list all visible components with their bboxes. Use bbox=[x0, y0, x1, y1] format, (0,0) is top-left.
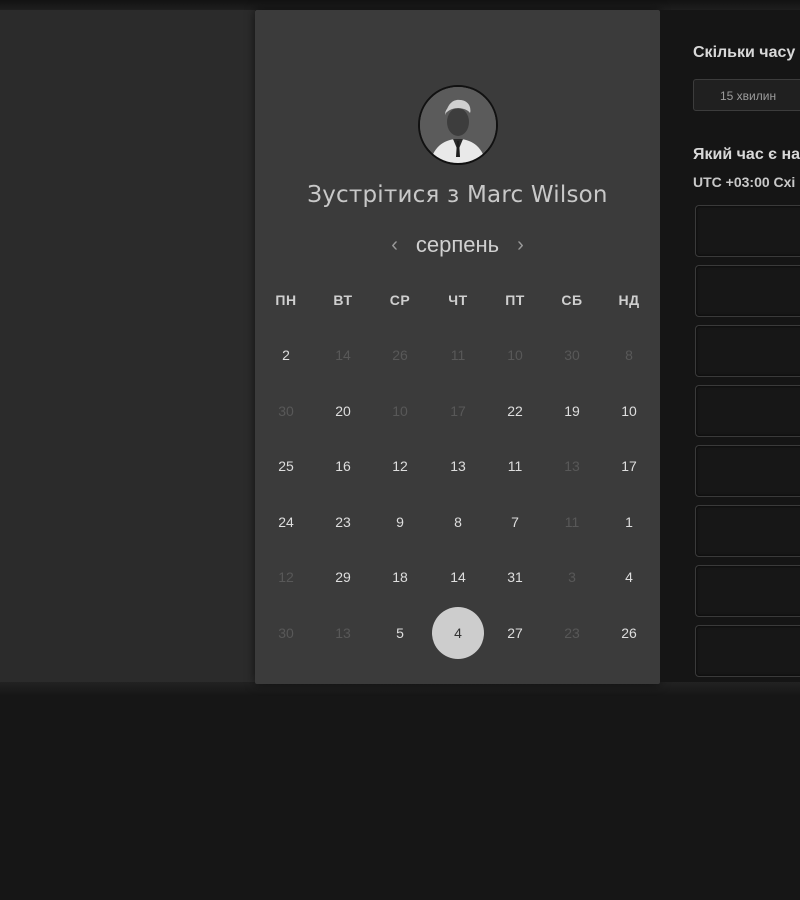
calendar-day[interactable]: 5 bbox=[374, 607, 426, 659]
calendar-day: 13 bbox=[335, 624, 351, 641]
host-avatar bbox=[418, 85, 498, 165]
time-slot[interactable] bbox=[695, 265, 800, 317]
avatar-image bbox=[420, 87, 496, 163]
chevron-left-icon[interactable]: ‹ bbox=[391, 235, 398, 255]
calendar-day: 23 bbox=[564, 624, 580, 641]
weekday-label: ПН bbox=[275, 292, 297, 308]
calendar-card: Зустрітися з Marc Wilson ‹ серпень › ПН В… bbox=[255, 10, 660, 684]
calendar-day[interactable]: 7 bbox=[489, 496, 541, 548]
title-prefix: Зустрітися з bbox=[307, 182, 460, 208]
calendar-day[interactable]: 26 bbox=[603, 607, 655, 659]
calendar-day[interactable]: 20 bbox=[317, 385, 369, 437]
calendar-day[interactable]: 4 bbox=[603, 551, 655, 603]
calendar-day[interactable]: 24 bbox=[260, 496, 312, 548]
calendar-day: 8 bbox=[625, 347, 633, 363]
calendar-day: 14 bbox=[335, 347, 351, 363]
time-slot[interactable] bbox=[695, 565, 800, 617]
bottom-shadow bbox=[0, 682, 800, 696]
time-slot[interactable] bbox=[695, 445, 800, 497]
calendar-day[interactable]: 14 bbox=[432, 551, 484, 603]
weekday-label: НД bbox=[618, 292, 640, 308]
calendar-day[interactable]: 8 bbox=[432, 496, 484, 548]
weekday-label: ЧТ bbox=[448, 292, 468, 308]
calendar-day[interactable]: 2 bbox=[260, 329, 312, 381]
weekday-label: СБ bbox=[561, 292, 583, 308]
calendar-day[interactable]: 29 bbox=[317, 551, 369, 603]
calendar-day: 3 bbox=[568, 569, 576, 585]
calendar-day: 11 bbox=[450, 347, 466, 363]
calendar-day: 13 bbox=[564, 458, 580, 474]
calendar-day[interactable]: 12 bbox=[374, 440, 426, 492]
time-selection-panel: Скільки часу 15 хвилин Який час є на UTC… bbox=[660, 10, 800, 682]
timezone-label[interactable]: UTC +03:00 Схі bbox=[693, 174, 795, 190]
left-background bbox=[0, 10, 255, 682]
calendar-day[interactable]: 9 bbox=[374, 496, 426, 548]
time-slot[interactable] bbox=[695, 625, 800, 677]
time-slot[interactable] bbox=[695, 325, 800, 377]
time-slot[interactable] bbox=[695, 505, 800, 557]
calendar-day: 17 bbox=[450, 402, 466, 419]
calendar-day[interactable]: 13 bbox=[432, 440, 484, 492]
calendar-day: 10 bbox=[392, 402, 408, 419]
calendar-day: 30 bbox=[278, 624, 294, 641]
time-slot[interactable] bbox=[695, 385, 800, 437]
calendar-day[interactable]: 22 bbox=[489, 385, 541, 437]
time-question: Який час є на bbox=[693, 146, 800, 163]
time-slot[interactable] bbox=[695, 205, 800, 257]
calendar-day[interactable]: 16 bbox=[317, 440, 369, 492]
selected-day[interactable]: 4 bbox=[432, 606, 484, 659]
weekday-header: ПН ВТ СР ЧТ ПТ СБ НД bbox=[255, 292, 660, 312]
meeting-title: Зустрітися з Marc Wilson bbox=[255, 182, 660, 208]
weekday-label: ПТ bbox=[505, 292, 525, 308]
calendar-day[interactable]: 18 bbox=[374, 551, 426, 603]
top-bar bbox=[0, 0, 800, 10]
calendar-day: 11 bbox=[564, 513, 580, 530]
calendar-day[interactable]: 23 bbox=[317, 496, 369, 548]
calendar-day[interactable]: 1 bbox=[603, 496, 655, 548]
weekday-label: СР bbox=[389, 292, 411, 308]
month-navigation: ‹ серпень › bbox=[255, 230, 660, 260]
chevron-right-icon[interactable]: › bbox=[517, 235, 524, 255]
calendar-day[interactable]: 17 bbox=[603, 440, 655, 492]
calendar-day[interactable]: 31 bbox=[489, 551, 541, 603]
calendar-day: 30 bbox=[278, 402, 294, 419]
calendar-day[interactable]: 25 bbox=[260, 440, 312, 492]
duration-question: Скільки часу bbox=[693, 44, 796, 61]
calendar-day: 10 bbox=[507, 347, 523, 363]
host-name: Marc Wilson bbox=[466, 182, 608, 208]
calendar-day: 26 bbox=[392, 347, 408, 363]
calendar-day: 12 bbox=[278, 569, 294, 585]
weekday-label: ВТ bbox=[333, 292, 353, 308]
calendar-day[interactable]: 11 bbox=[489, 440, 541, 492]
duration-select[interactable]: 15 хвилин bbox=[693, 79, 800, 111]
time-slot-list bbox=[695, 205, 800, 682]
calendar-day: 30 bbox=[564, 347, 580, 363]
calendar-day[interactable]: 10 bbox=[603, 385, 655, 437]
month-label: серпень bbox=[415, 232, 500, 257]
calendar-day[interactable]: 27 bbox=[489, 607, 541, 659]
calendar-day[interactable]: 19 bbox=[546, 385, 598, 437]
